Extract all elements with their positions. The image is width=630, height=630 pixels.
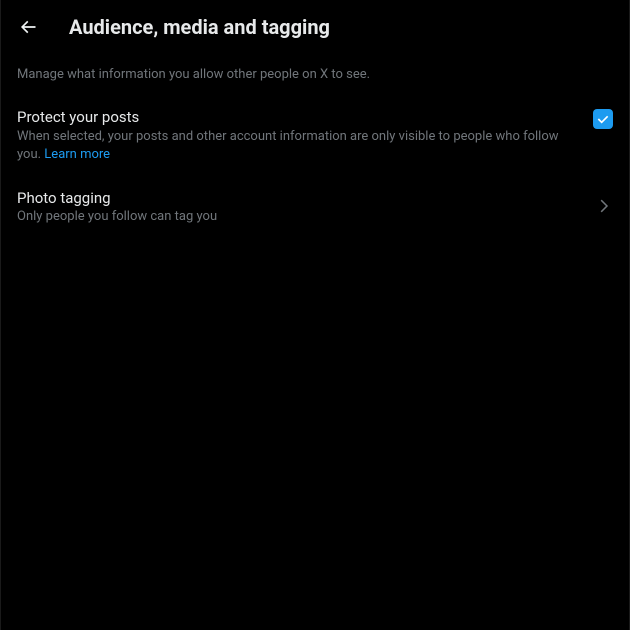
page-title: Audience, media and tagging — [69, 15, 330, 39]
photo-tagging-title: Photo tagging — [17, 189, 583, 207]
arrow-left-icon — [18, 17, 38, 37]
header: Audience, media and tagging — [1, 0, 629, 54]
check-icon — [595, 111, 611, 127]
settings-panel: Audience, media and tagging Manage what … — [0, 0, 630, 630]
page-description: Manage what information you allow other … — [1, 54, 629, 96]
protect-posts-row: Protect your posts When selected, your p… — [1, 96, 629, 176]
photo-tagging-row[interactable]: Photo tagging Only people you follow can… — [1, 177, 629, 236]
protect-posts-checkbox[interactable] — [593, 109, 613, 129]
protect-posts-text: Protect your posts When selected, your p… — [17, 108, 581, 164]
photo-tagging-text: Photo tagging Only people you follow can… — [17, 189, 583, 224]
protect-posts-title: Protect your posts — [17, 108, 581, 126]
chevron-right-icon — [595, 197, 613, 215]
learn-more-link[interactable]: Learn more — [44, 147, 110, 162]
back-button[interactable] — [11, 10, 45, 44]
protect-posts-desc: When selected, your posts and other acco… — [17, 128, 581, 164]
photo-tagging-desc: Only people you follow can tag you — [17, 209, 583, 224]
